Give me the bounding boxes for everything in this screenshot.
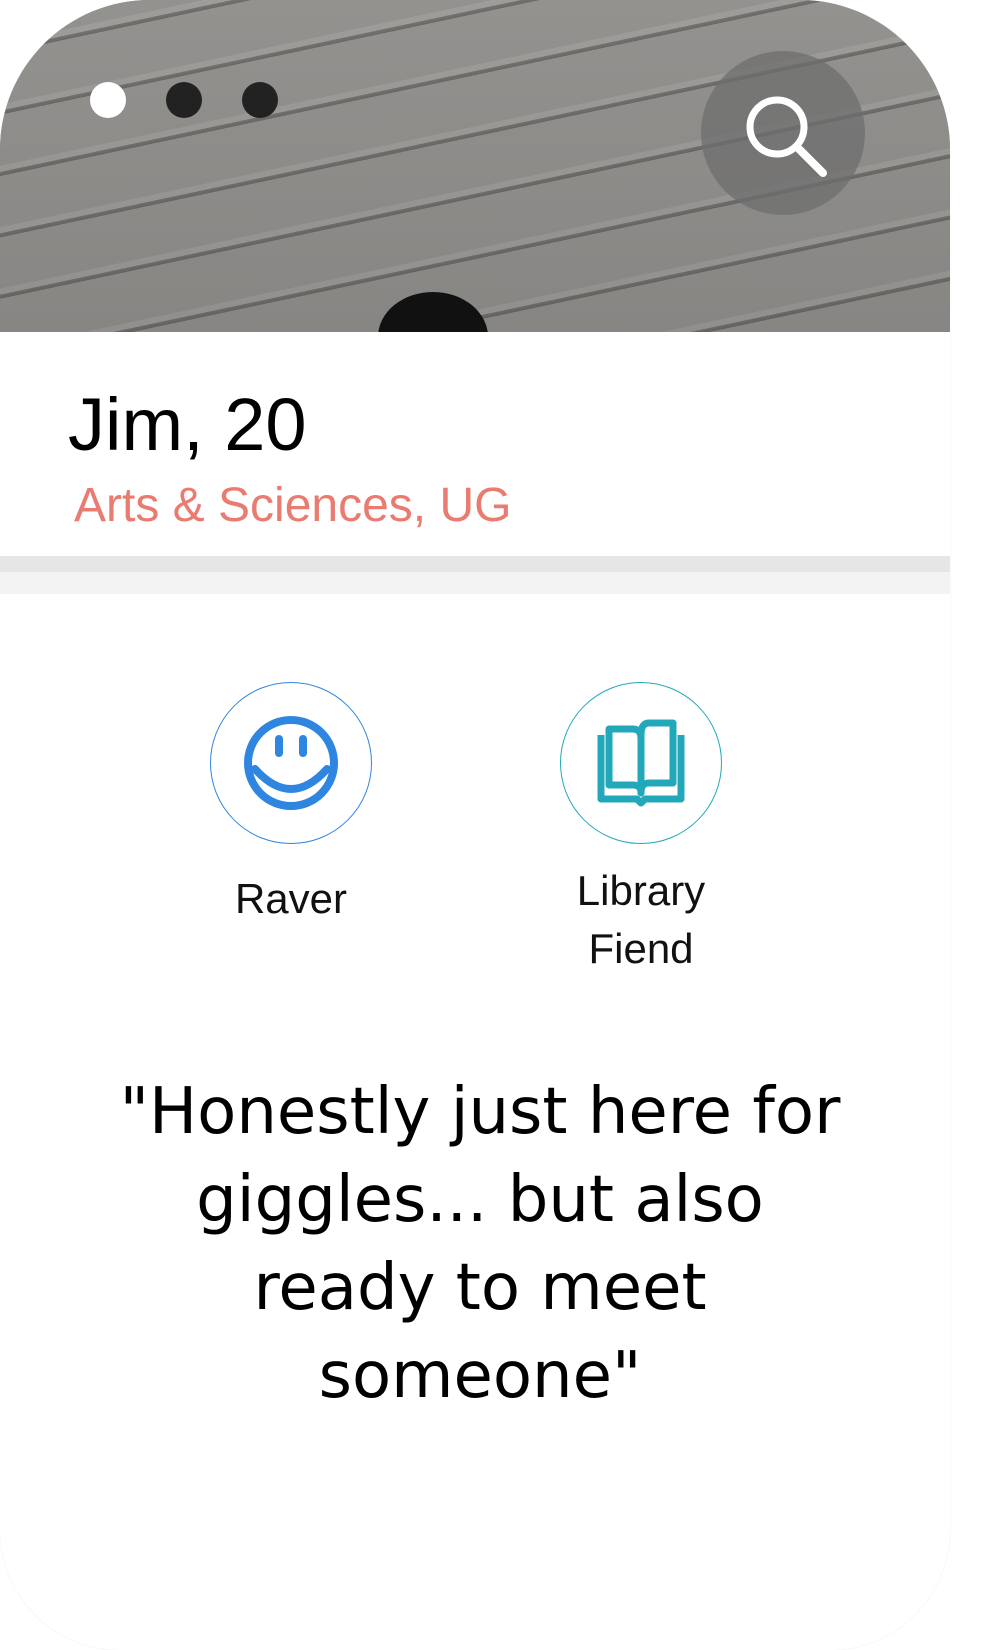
search-button[interactable] — [701, 51, 865, 215]
pagination-dot[interactable] — [242, 82, 278, 118]
section-divider — [0, 556, 950, 572]
open-book-icon — [597, 719, 685, 807]
badge-raver[interactable]: Raver — [181, 682, 401, 928]
photo-pagination-dots — [90, 82, 278, 118]
badge-label: Library Fiend — [576, 867, 706, 972]
section-divider-light — [0, 572, 950, 594]
profile-card: Jim, 20 Arts & Sciences, UG Raver Librar… — [0, 0, 950, 1650]
profile-school: Arts & Sciences, UG — [74, 479, 512, 532]
search-icon — [746, 96, 827, 177]
badge-library-fiend[interactable]: Library Fiend — [531, 682, 751, 978]
profile-photo[interactable] — [0, 0, 950, 332]
badge-circle — [560, 682, 722, 844]
pagination-dot-active[interactable] — [90, 82, 126, 118]
profile-quote: "Honestly just here for giggles... but a… — [119, 1075, 841, 1413]
profile-name-age: Jim, 20 — [68, 383, 307, 466]
badge-circle — [210, 682, 372, 844]
pagination-dot[interactable] — [166, 82, 202, 118]
smiley-icon — [244, 716, 338, 810]
badge-label: Raver — [234, 875, 348, 922]
